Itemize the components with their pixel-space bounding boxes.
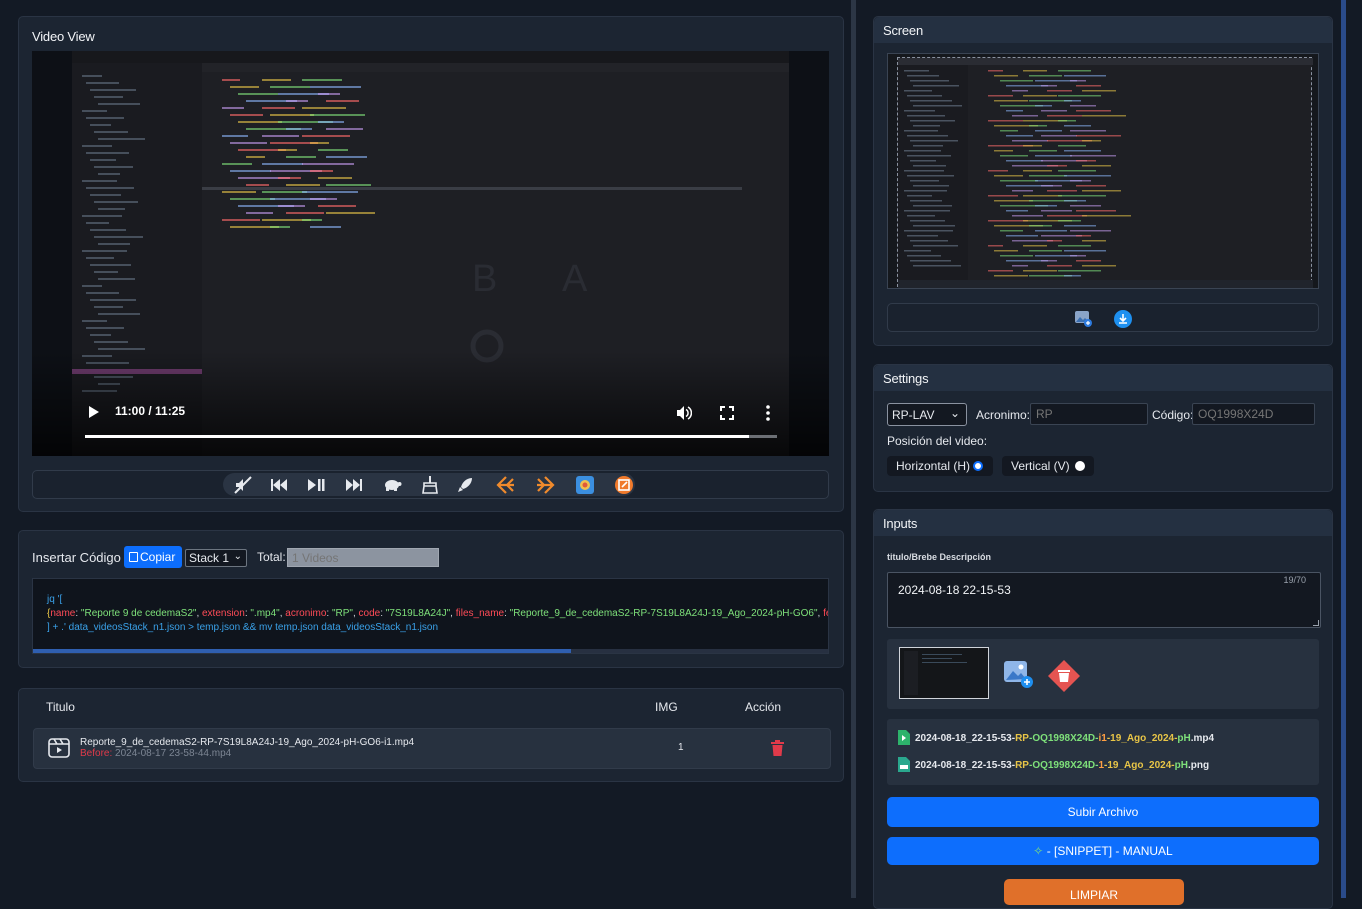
codigo-label: Código: — [1152, 408, 1194, 422]
description-label: titulo/Brebe Descripción — [887, 552, 992, 562]
arrow-left-icon[interactable] — [496, 475, 516, 495]
stop-icon[interactable] — [614, 475, 634, 495]
description-textarea[interactable]: 2024-08-18 22-15-53 19/70 — [887, 572, 1321, 628]
position-label: Posición del video: — [887, 434, 988, 448]
settings-title: Settings — [883, 371, 929, 386]
description-value: 2024-08-18 22-15-53 — [898, 583, 1011, 597]
broom-icon[interactable] — [420, 475, 440, 495]
download-icon[interactable] — [1114, 310, 1132, 328]
player-toolbar — [32, 470, 829, 499]
horizontal-label: Horizontal (H) — [896, 459, 971, 473]
row-before-label: Before: — [80, 748, 113, 759]
image-thumbnail[interactable] — [899, 647, 989, 699]
row-img-count: 1 — [678, 742, 684, 753]
acronimo-label: Acronimo: — [976, 408, 1031, 422]
code-line-1: jq '[ — [47, 594, 63, 605]
puzzle-icon: ✧ — [1033, 844, 1044, 858]
resize-handle-icon[interactable] — [1313, 620, 1319, 626]
col-header-titulo: Titulo — [46, 700, 75, 714]
skip-forward-icon[interactable] — [344, 475, 364, 495]
add-image-icon[interactable] — [1004, 659, 1034, 689]
upload-button[interactable]: Subir Archivo — [887, 797, 1319, 827]
snippet-button[interactable]: ✧ - [SNIPPET] - MANUAL — [887, 837, 1319, 865]
col-header-accion: Acción — [745, 700, 782, 714]
add-image-icon[interactable] — [1075, 311, 1092, 327]
settings-card: Settings RP-LAV ⌄ Acronimo: Código: Posi… — [873, 364, 1333, 492]
volume-icon[interactable] — [676, 405, 692, 421]
copy-button[interactable]: Copiar — [124, 546, 182, 568]
vertical-radio[interactable]: Vertical (V) — [1002, 456, 1094, 476]
radio-checked-icon — [973, 461, 983, 471]
mute-icon[interactable] — [233, 475, 253, 495]
code-panel-card: Insertar Código Copiar Stack 1 ⌄ Total: … — [18, 530, 844, 668]
delete-icon[interactable] — [771, 740, 784, 756]
screen-title: Screen — [883, 23, 923, 38]
col-header-img: IMG — [655, 700, 678, 714]
right-edge-bar — [1341, 0, 1346, 898]
code-line-3: ] + .' data_videosStack_n1.json > temp.j… — [47, 622, 439, 633]
svg-text:B: B — [472, 258, 497, 300]
column-divider — [851, 0, 856, 898]
play-icon[interactable] — [88, 405, 100, 419]
code-block[interactable]: jq '[ {name: "Reporte 9 de cedemaS2", ex… — [32, 578, 829, 654]
video-progress-fill — [85, 435, 750, 438]
project-select[interactable]: RP-LAV ⌄ — [887, 403, 967, 426]
stack-select[interactable]: Stack 1 ⌄ — [185, 549, 247, 567]
video-view-title: Video View — [32, 29, 95, 44]
row-title: Reporte_9_de_cedemaS2-RP-7S19L8A24J-19_A… — [80, 737, 415, 748]
file-list: 2024-08-18_22-15-53-RP-OQ1998X24D-i1-19_… — [887, 719, 1319, 785]
file-name-png: 2024-08-18_22-15-53-RP-OQ1998X24D-1-19_A… — [915, 760, 1210, 771]
upload-label: Subir Archivo — [1067, 805, 1139, 819]
copy-label: Copiar — [140, 550, 176, 564]
radio-unchecked-icon — [1075, 461, 1085, 471]
screen-card: Screen — [873, 16, 1333, 346]
copy-icon — [129, 552, 138, 562]
inputs-title: Inputs — [883, 516, 918, 531]
codigo-input[interactable] — [1192, 403, 1315, 425]
inputs-card: Inputs titulo/Brebe Descripción 2024-08-… — [873, 509, 1333, 909]
videos-table-card: Titulo IMG Acción Reporte_9_de_cedemaS2-… — [18, 688, 844, 782]
video-player[interactable]: B A 11:00 / 11:25 — [32, 51, 829, 456]
total-label: Total: — [257, 550, 286, 564]
chevron-down-icon: ⌄ — [233, 551, 242, 562]
file-name-mp4: 2024-08-18_22-15-53-RP-OQ1998X24D-i1-19_… — [915, 733, 1215, 744]
rocket-icon[interactable] — [455, 475, 475, 495]
turtle-icon[interactable] — [382, 475, 402, 495]
more-options-icon[interactable] — [765, 405, 771, 421]
chevron-down-icon: ⌄ — [949, 406, 960, 420]
code-panel-title: Insertar Código — [32, 550, 121, 565]
acronimo-input[interactable] — [1030, 403, 1148, 425]
png-file-icon — [898, 757, 910, 772]
arrow-right-icon[interactable] — [535, 475, 555, 495]
play-pause-icon[interactable] — [306, 475, 326, 495]
table-row[interactable]: Reporte_9_de_cedemaS2-RP-7S19L8A24J-19_A… — [33, 728, 831, 769]
vertical-label: Vertical (V) — [1011, 459, 1070, 473]
screen-actions-bar — [887, 303, 1319, 332]
fullscreen-icon[interactable] — [720, 406, 734, 420]
clear-button[interactable]: LIMPIAR — [1004, 879, 1184, 905]
screenshot-icon[interactable] — [575, 475, 595, 495]
total-input[interactable] — [287, 548, 439, 567]
video-time: 11:00 / 11:25 — [115, 404, 186, 418]
video-view-card: Video View B A 11:00 / 11:25 — [18, 16, 844, 512]
code-line-2: {name: "Reporte 9 de cedemaS2", extensio… — [47, 608, 828, 619]
horizontal-radio[interactable]: Horizontal (H) — [887, 456, 993, 476]
skip-back-icon[interactable] — [269, 475, 289, 495]
remove-image-icon[interactable] — [1047, 659, 1081, 693]
project-select-value: RP-LAV — [892, 408, 935, 422]
clear-label: LIMPIAR — [1069, 888, 1118, 902]
row-before-value: 2024-08-17 23-58-44.mp4 — [115, 748, 232, 759]
mp4-file-icon — [898, 730, 910, 745]
screen-preview[interactable] — [887, 53, 1319, 289]
stack-select-value: Stack 1 — [189, 551, 230, 565]
svg-text:A: A — [562, 258, 588, 300]
video-progress-track[interactable] — [85, 435, 777, 438]
image-box — [887, 639, 1319, 709]
snippet-label: - [SNIPPET] - MANUAL — [1046, 844, 1173, 858]
description-counter: 19/70 — [1283, 575, 1306, 585]
code-scrollbar[interactable] — [33, 649, 828, 653]
video-file-icon — [48, 737, 70, 759]
